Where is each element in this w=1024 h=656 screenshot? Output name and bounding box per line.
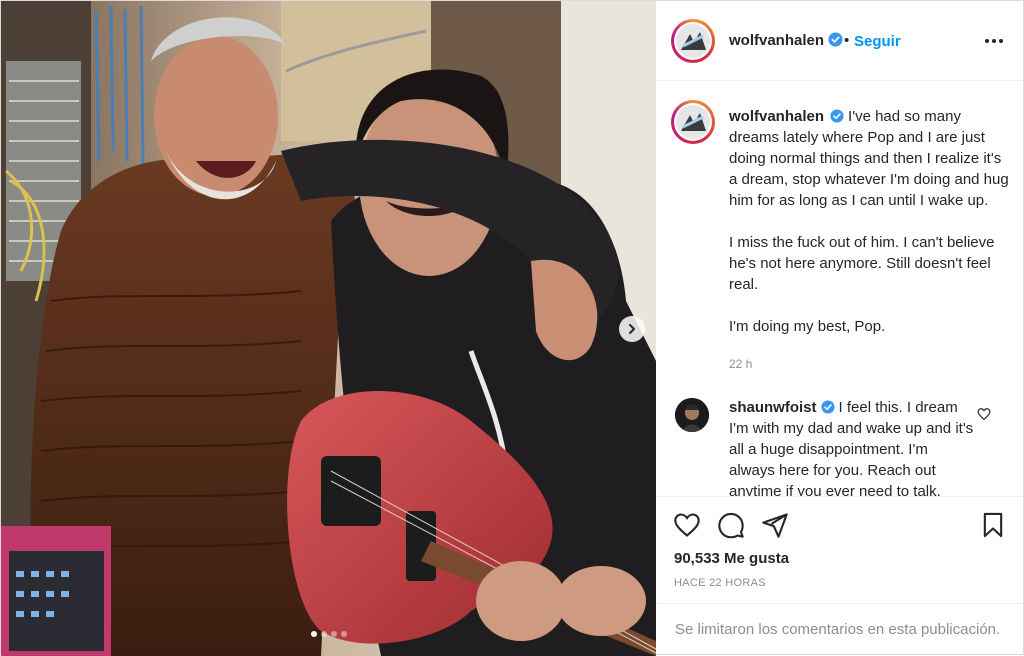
- more-options-button[interactable]: [985, 31, 1009, 51]
- more-icon: [985, 39, 989, 43]
- post-sidebar: wolfvanhalen • Seguir wolfvanhalen I've …: [657, 1, 1023, 654]
- caption-avatar[interactable]: [671, 100, 715, 144]
- comments-limited-text: Se limitaron los comentarios en esta pub…: [675, 621, 1001, 638]
- verified-badge-icon: [830, 109, 844, 123]
- commenter-username[interactable]: shaunwfoist: [729, 399, 817, 416]
- author-name[interactable]: wolfvanhalen: [729, 32, 843, 50]
- avatar-icon: [676, 24, 710, 58]
- comments-limited-notice: Se limitaron los comentarios en esta pub…: [657, 603, 1023, 654]
- carousel-dot: [310, 631, 317, 637]
- chevron-right-icon: [629, 324, 635, 334]
- comments-list[interactable]: wolfvanhalen I've had so many dreams late…: [657, 82, 1023, 496]
- caption-timestamp[interactable]: 22 h: [729, 357, 752, 371]
- post-photo[interactable]: [1, 1, 656, 656]
- instagram-post: wolfvanhalen • Seguir wolfvanhalen I've …: [0, 0, 1024, 656]
- caption-paragraph: I miss the fuck out of him. I can't beli…: [729, 234, 995, 293]
- carousel-dot: [340, 631, 347, 637]
- commenter-avatar[interactable]: [675, 398, 709, 432]
- author-avatar[interactable]: [671, 19, 715, 63]
- caption-paragraph: wolfvanhalen I've had so many dreams late…: [729, 106, 1009, 211]
- comment: shaunwfoist I feel this. I dream I'm with…: [729, 397, 977, 496]
- comment-icon[interactable]: [717, 511, 745, 539]
- photo-illustration: [1, 1, 656, 656]
- carousel-indicator: [1, 631, 656, 637]
- carousel-dot: [320, 631, 327, 637]
- share-icon[interactable]: [761, 511, 789, 539]
- follow-button[interactable]: Seguir: [854, 33, 901, 50]
- caption-username[interactable]: wolfvanhalen: [729, 108, 824, 125]
- post-caption: wolfvanhalen I've had so many dreams late…: [729, 106, 1009, 337]
- verified-badge-icon: [828, 32, 843, 47]
- post-header: wolfvanhalen • Seguir: [657, 1, 1023, 81]
- heart-icon[interactable]: [673, 511, 701, 539]
- avatar-icon: [675, 398, 709, 432]
- avatar-icon: [676, 105, 710, 139]
- heart-icon[interactable]: [977, 407, 991, 421]
- likes-count[interactable]: 90,533 Me gusta: [674, 550, 789, 567]
- separator-dot: •: [844, 32, 850, 49]
- carousel-next-button[interactable]: [619, 316, 645, 342]
- caption-paragraph: I'm doing my best, Pop.: [729, 318, 886, 335]
- post-date[interactable]: HACE 22 HORAS: [674, 577, 766, 589]
- bookmark-icon[interactable]: [979, 511, 1007, 539]
- verified-badge-icon: [820, 400, 835, 414]
- author-username[interactable]: wolfvanhalen: [729, 32, 824, 49]
- carousel-dot: [330, 631, 337, 637]
